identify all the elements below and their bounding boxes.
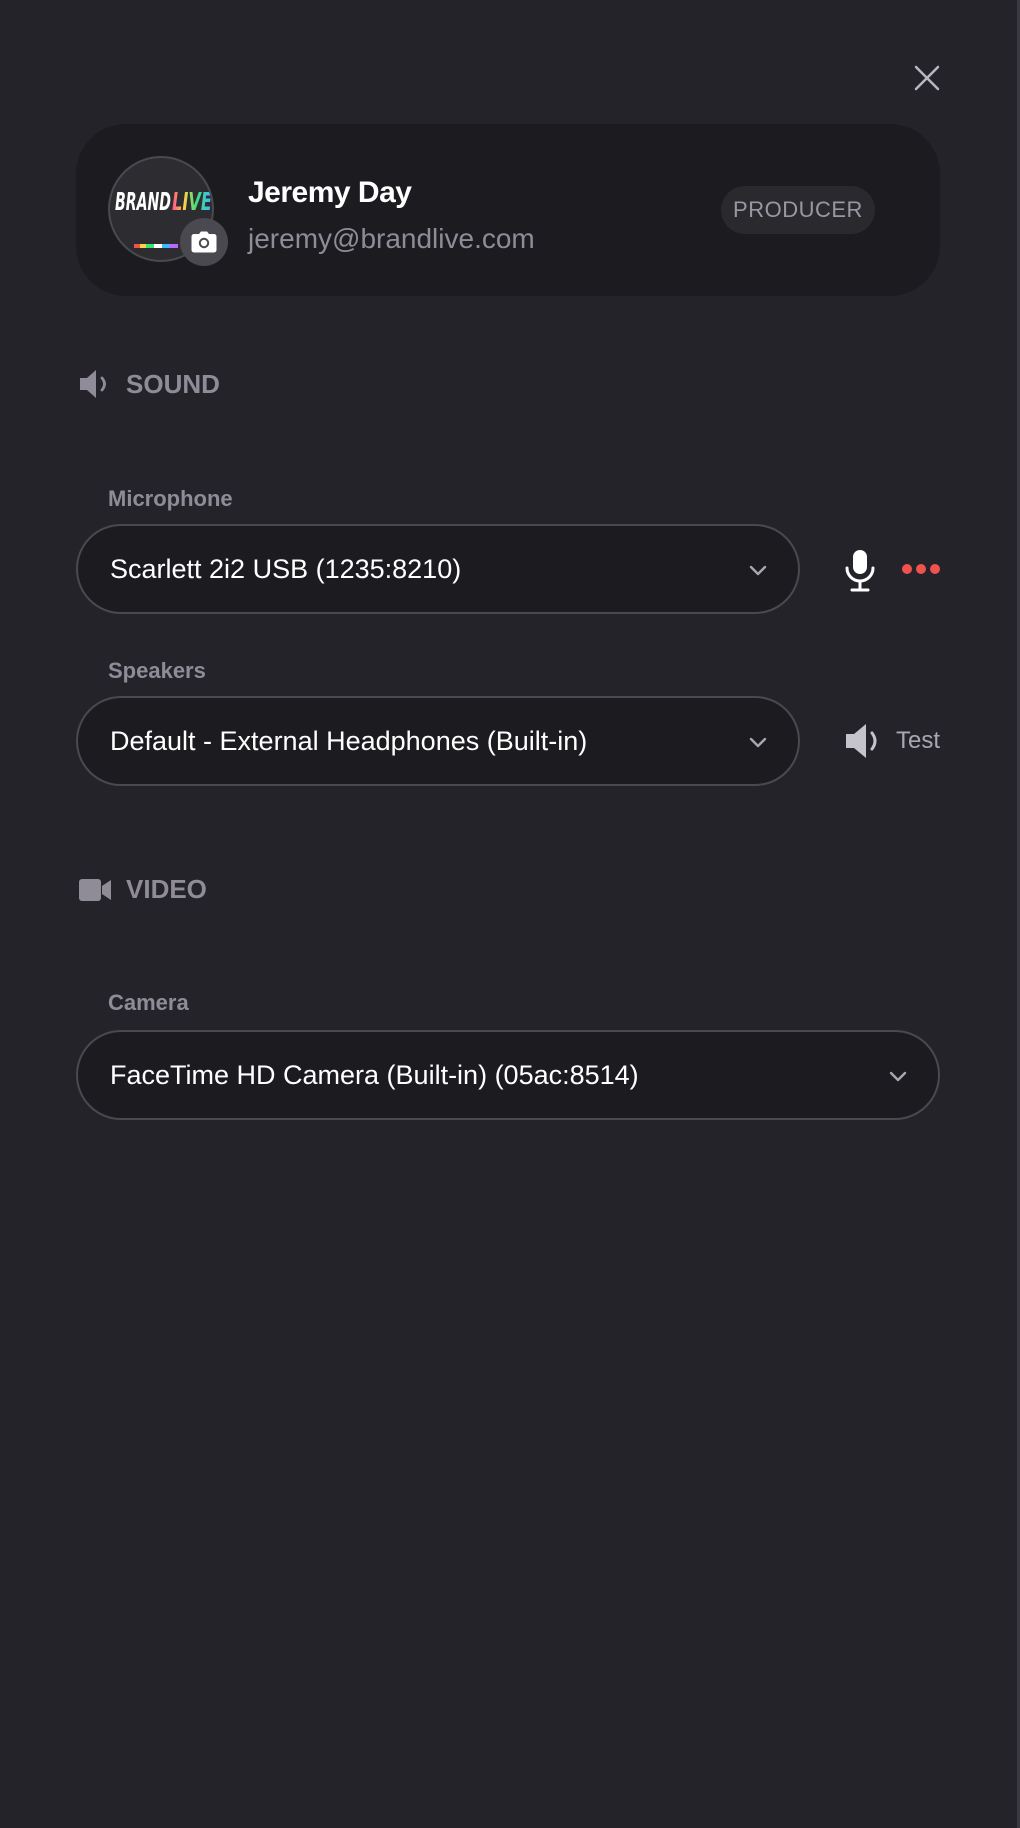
test-speakers-label: Test [896,727,941,754]
profile-name: Jeremy Day [248,176,412,209]
camera-select[interactable]: FaceTime HD Camera (Built-in) (05ac:8514… [76,1030,940,1120]
level-dot [930,564,940,574]
microphone-label: Microphone [108,486,233,511]
speakers-select[interactable]: Default - External Headphones (Built-in) [76,696,800,786]
level-dot [902,564,912,574]
brandlive-logo: BRAND LIVE [115,187,212,216]
sound-section-title: SOUND [126,368,220,399]
profile-card: BRAND LIVE Jeremy Day jeremy@brandlive.c… [76,124,940,296]
speakers-select-value: Default - External Headphones (Built-in) [110,725,588,756]
video-section-header: VIDEO [78,874,207,905]
microphone-select[interactable]: Scarlett 2i2 USB (1235:8210) [76,524,800,614]
close-button[interactable] [907,58,947,98]
change-photo-button[interactable] [180,218,228,266]
video-camera-icon [79,878,111,901]
speaker-icon [846,724,877,758]
level-dot [916,564,926,574]
microphone-select-value: Scarlett 2i2 USB (1235:8210) [110,553,462,584]
profile-email: jeremy@brandlive.com [248,223,535,254]
microphone-icon [845,550,875,592]
speaker-icon [80,370,106,398]
color-bars [134,244,178,248]
microphone-level-indicator [902,564,940,574]
camera-label: Camera [108,990,189,1015]
video-section-title: VIDEO [126,874,207,904]
sound-section-header: SOUND [78,368,220,400]
svg-text:LIVE: LIVE [172,187,212,216]
camera-icon [191,231,217,253]
chevron-down-icon [749,565,767,576]
speakers-label: Speakers [108,658,206,683]
chevron-down-icon [889,1071,907,1082]
test-speakers-button[interactable]: Test [844,722,940,760]
close-icon [914,65,940,91]
chevron-down-icon [749,737,767,748]
role-badge: PRODUCER [721,186,875,234]
camera-select-value: FaceTime HD Camera (Built-in) (05ac:8514… [110,1059,639,1090]
svg-text:BRAND: BRAND [115,187,171,216]
